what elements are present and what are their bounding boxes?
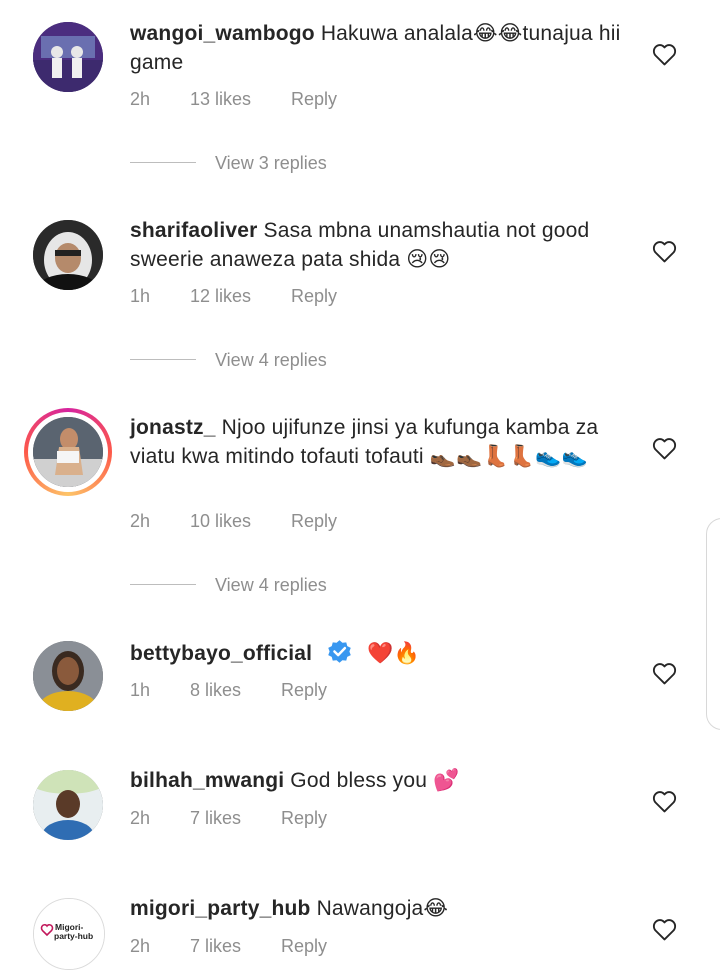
timestamp: 2h: [130, 511, 151, 531]
timestamp: 1h: [130, 680, 151, 700]
likes-count[interactable]: 10 likes: [190, 509, 251, 533]
comment-body: God bless you 💕: [290, 769, 460, 792]
reply-button[interactable]: Reply: [281, 934, 327, 958]
reply-button[interactable]: Reply: [291, 87, 337, 111]
likes-count[interactable]: 7 likes: [190, 806, 241, 830]
likes-count[interactable]: 13 likes: [190, 87, 251, 111]
likes-count[interactable]: 8 likes: [190, 678, 241, 702]
comment-text: bettybayo_official ❤️🔥: [130, 638, 625, 668]
username[interactable]: jonastz_: [130, 416, 216, 439]
heart-outline-icon[interactable]: [652, 43, 677, 66]
view-replies-label[interactable]: View 4 replies: [215, 348, 327, 372]
avatar[interactable]: [33, 417, 103, 487]
heart-outline-icon[interactable]: [652, 240, 677, 263]
heart-outline-icon[interactable]: [652, 790, 677, 813]
comment-text: bilhah_mwangi God bless you 💕: [130, 766, 625, 795]
reply-button[interactable]: Reply: [281, 678, 327, 702]
edge-panel-handle[interactable]: [706, 518, 720, 730]
username[interactable]: bettybayo_official: [130, 642, 312, 665]
username[interactable]: wangoi_wambogo: [130, 22, 315, 45]
avatar[interactable]: [33, 770, 103, 840]
comment-body: ❤️🔥: [367, 642, 420, 665]
divider-line: [130, 359, 196, 360]
heart-outline-icon[interactable]: [652, 918, 677, 941]
likes-count[interactable]: 7 likes: [190, 934, 241, 958]
reply-button[interactable]: Reply: [291, 509, 337, 533]
divider-line: [130, 162, 196, 163]
avatar[interactable]: Migori- party-hub: [33, 898, 105, 970]
comment-text: wangoi_wambogo Hakuwa analala😂😂tunajua hi…: [130, 19, 625, 77]
reply-button[interactable]: Reply: [281, 806, 327, 830]
comment-text: migori_party_hub Nawangoja😂: [130, 894, 625, 923]
heart-outline-icon[interactable]: [652, 437, 677, 460]
timestamp: 2h: [130, 89, 151, 109]
username[interactable]: sharifaoliver: [130, 219, 258, 242]
avatar[interactable]: [33, 22, 103, 92]
likes-count[interactable]: 12 likes: [190, 284, 251, 308]
svg-text:party-hub: party-hub: [54, 931, 93, 941]
comment-body: Nawangoja😂: [316, 897, 449, 920]
story-ring[interactable]: [24, 408, 112, 496]
verified-badge-icon: [328, 640, 351, 663]
comment-text: jonastz_ Njoo ujifunze jinsi ya kufunga k…: [130, 413, 625, 471]
timestamp: 2h: [130, 808, 151, 828]
timestamp: 1h: [130, 286, 151, 306]
timestamp: 2h: [130, 936, 151, 956]
view-replies-label[interactable]: View 4 replies: [215, 573, 327, 597]
reply-button[interactable]: Reply: [291, 284, 337, 308]
heart-outline-icon[interactable]: [652, 662, 677, 685]
migori-logo: Migori- party-hub: [34, 899, 104, 969]
comment-text: sharifaoliver Sasa mbna unamshautia not g…: [130, 216, 625, 274]
avatar[interactable]: [33, 220, 103, 290]
divider-line: [130, 584, 196, 585]
avatar[interactable]: [33, 641, 103, 711]
username[interactable]: bilhah_mwangi: [130, 769, 284, 792]
username[interactable]: migori_party_hub: [130, 897, 311, 920]
view-replies-label[interactable]: View 3 replies: [215, 151, 327, 175]
